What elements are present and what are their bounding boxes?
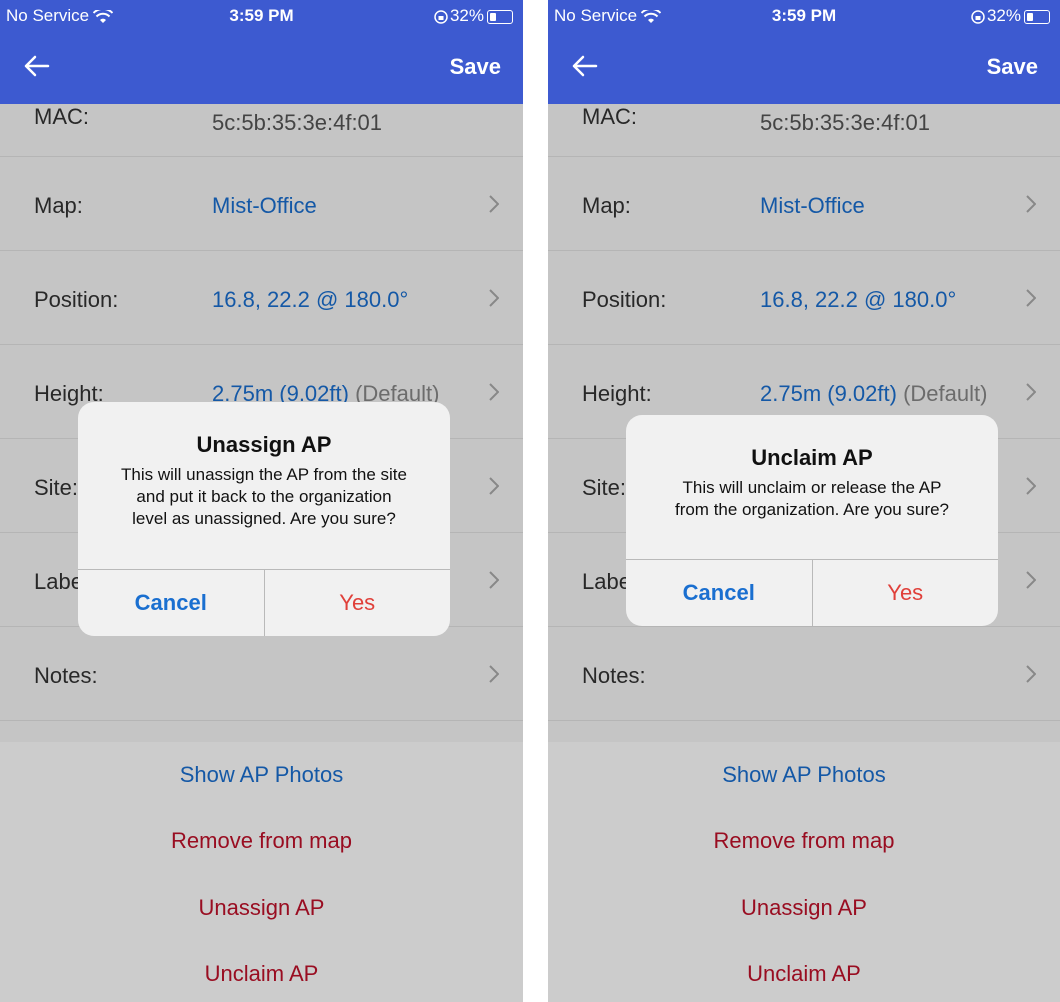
rotation-lock-icon: [971, 9, 985, 24]
yes-button[interactable]: Yes: [265, 570, 451, 636]
dialog-message: This will unassign the AP from the site …: [121, 465, 407, 528]
unclaim-dialog: Unclaim AP This will unclaim or release …: [626, 415, 998, 626]
dialog-buttons: Cancel Yes: [626, 559, 998, 626]
back-arrow-icon[interactable]: [22, 52, 50, 80]
status-bar: No Service 3:59 PM 32%: [0, 0, 523, 32]
app-header: No Service 3:59 PM 32% Save: [548, 0, 1060, 104]
rotation-lock-icon: [434, 9, 448, 24]
save-button[interactable]: Save: [450, 54, 501, 80]
yes-button[interactable]: Yes: [813, 560, 999, 626]
status-bar: No Service 3:59 PM 32%: [548, 0, 1060, 32]
cancel-button[interactable]: Cancel: [78, 570, 265, 636]
dialog-message: This will unclaim or release the AP from…: [674, 478, 950, 519]
battery-percent: 32%: [449, 6, 484, 25]
battery-percent: 32%: [986, 6, 1021, 25]
dialog-title: Unassign AP: [196, 432, 332, 457]
back-arrow-icon[interactable]: [570, 52, 598, 80]
save-button[interactable]: Save: [987, 54, 1038, 80]
dialog-buttons: Cancel Yes: [78, 569, 450, 636]
nav-bar: Save: [0, 50, 523, 90]
app-header: No Service 3:59 PM 32% Save: [0, 0, 523, 104]
screen-unassign: No Service 3:59 PM 32% Save MAC: 5c:5b:3…: [0, 0, 523, 1002]
battery-icon: [487, 9, 513, 24]
cancel-button[interactable]: Cancel: [626, 560, 813, 626]
nav-bar: Save: [548, 50, 1060, 90]
dialog-title: Unclaim AP: [751, 445, 873, 470]
unassign-dialog: Unassign AP This will unassign the AP fr…: [78, 402, 450, 636]
battery-icon: [1024, 9, 1050, 24]
screen-unclaim: No Service 3:59 PM 32% Save MAC: 5c:5b:3…: [548, 0, 1060, 1002]
